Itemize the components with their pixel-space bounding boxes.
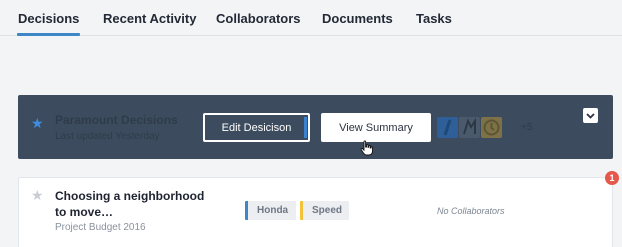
- tag-speed[interactable]: Speed: [300, 201, 349, 220]
- avatar[interactable]: [459, 117, 480, 138]
- featured-subtitle: Last updated Yesterday: [55, 131, 160, 142]
- notification-badge: 1: [605, 171, 619, 185]
- tab-recent-activity[interactable]: Recent Activity: [103, 11, 196, 26]
- tab-documents[interactable]: Documents: [322, 11, 393, 26]
- avatar[interactable]: [481, 117, 502, 138]
- avatar[interactable]: [437, 117, 458, 138]
- edit-decision-button[interactable]: Edit Desicison: [203, 113, 310, 142]
- tab-bar: Decisions Recent Activity Collaborators …: [0, 0, 622, 36]
- featured-decision-card[interactable]: ★ Paramount Decisions Last updated Yeste…: [18, 95, 613, 159]
- decision-card[interactable]: ★ Choosing a neighborhood to move… Proje…: [18, 177, 613, 247]
- more-collaborators-count: +5: [521, 122, 533, 133]
- edit-accent-bar: [304, 117, 307, 138]
- star-icon[interactable]: ★: [31, 187, 44, 204]
- chevron-down-icon: [586, 112, 595, 119]
- tab-collaborators[interactable]: Collaborators: [216, 11, 301, 26]
- tab-tasks[interactable]: Tasks: [416, 11, 452, 26]
- expand-dropdown-button[interactable]: [583, 108, 598, 123]
- view-summary-button[interactable]: View Summary: [321, 113, 431, 142]
- star-icon[interactable]: ★: [31, 115, 44, 132]
- tag-honda[interactable]: Honda: [245, 201, 296, 220]
- tab-decisions[interactable]: Decisions: [16, 11, 81, 36]
- decision-subtitle: Project Budget 2016: [55, 222, 146, 233]
- decision-title: Choosing a neighborhood to move…: [55, 189, 205, 219]
- hand-cursor-icon: [360, 140, 374, 161]
- collaborators-status: No Collaborators: [437, 206, 505, 216]
- featured-title: Paramount Decisions: [55, 113, 178, 127]
